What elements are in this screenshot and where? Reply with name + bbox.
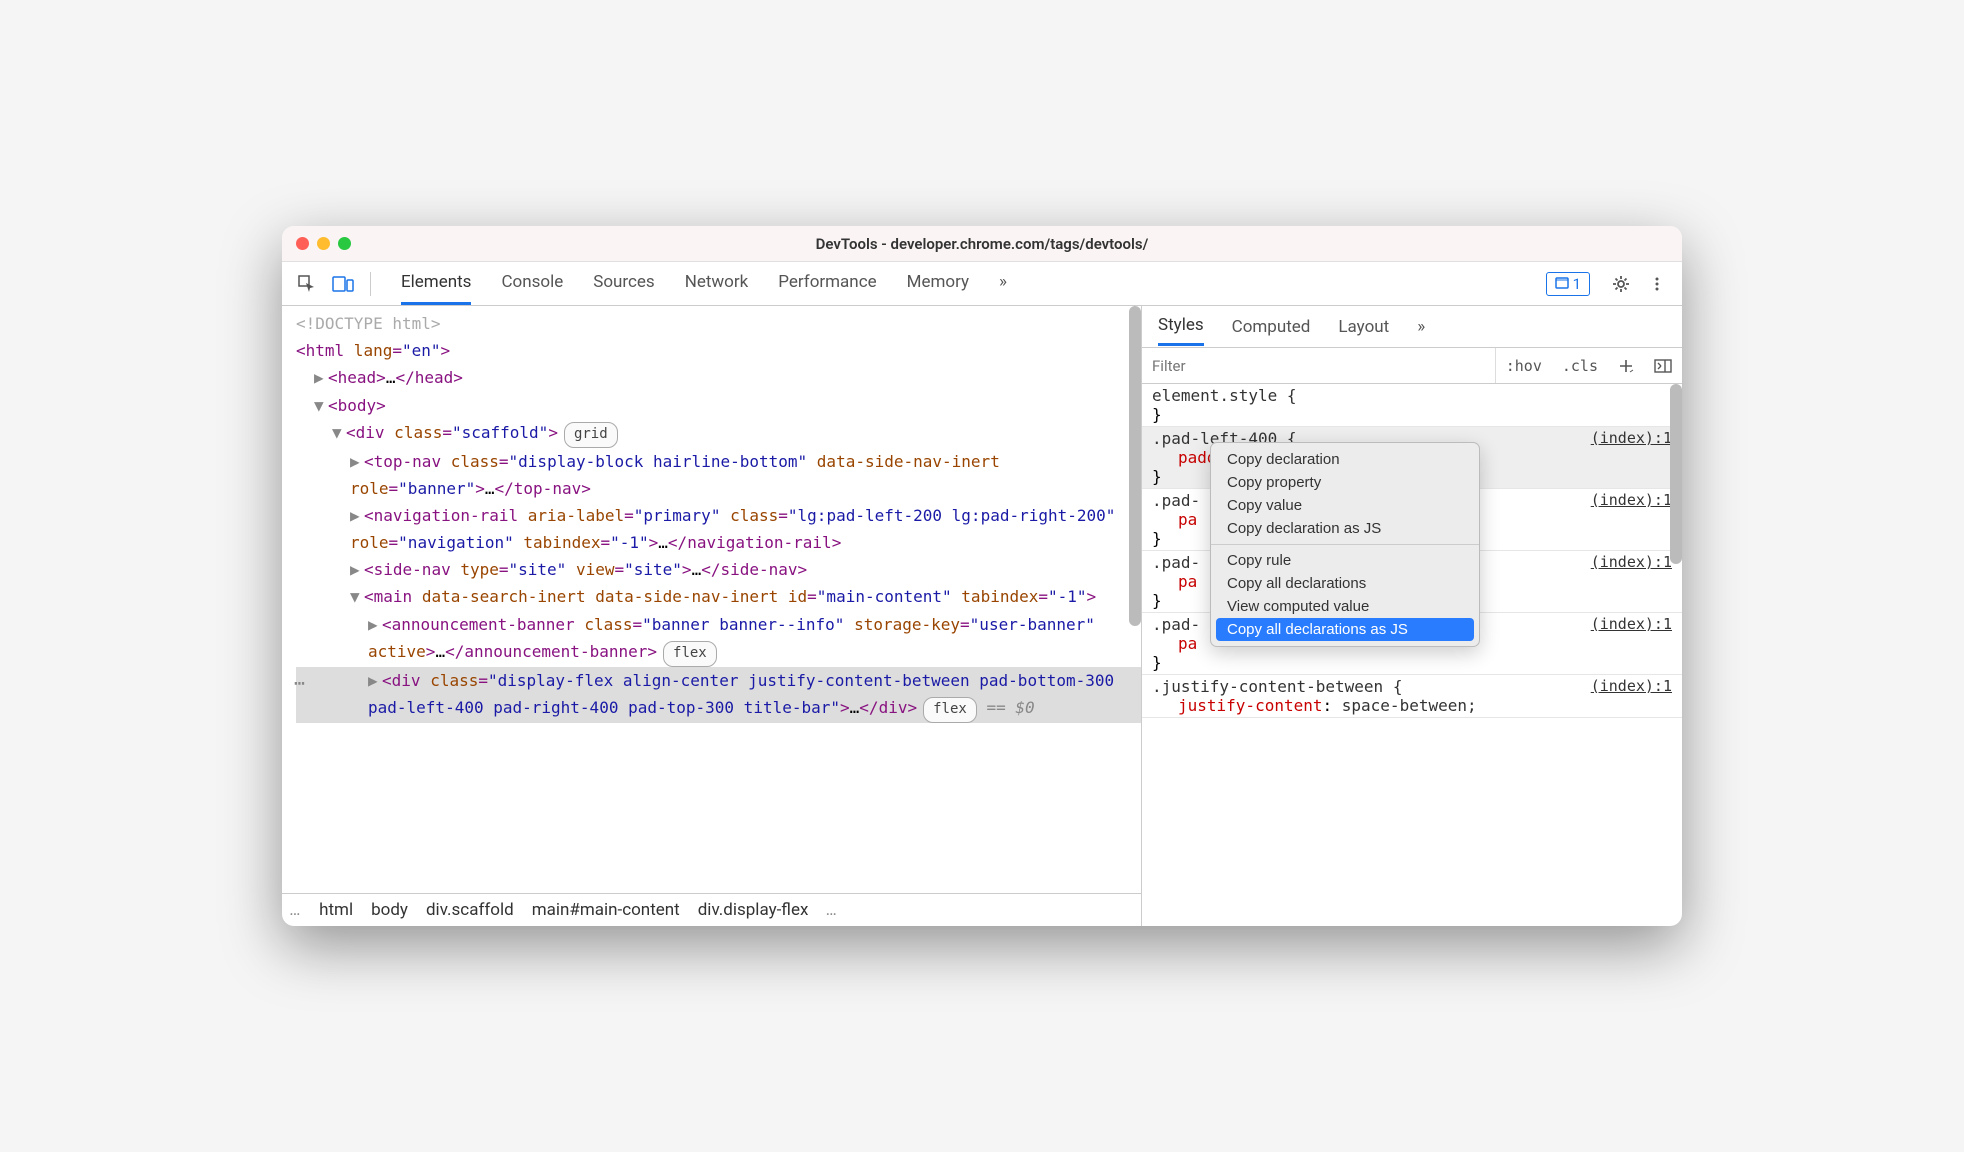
dom-doctype[interactable]: <!DOCTYPE html> xyxy=(296,310,1141,337)
hov-toggle[interactable]: :hov xyxy=(1496,357,1552,375)
dom-scaffold[interactable]: ▼<div class="scaffold">grid xyxy=(296,419,1141,448)
dom-selected[interactable]: ⋯▶<div class="display-flex align-center … xyxy=(296,667,1141,723)
menu-copy-value[interactable]: Copy value xyxy=(1211,494,1479,517)
cls-toggle[interactable]: .cls xyxy=(1552,357,1608,375)
tab-computed[interactable]: Computed xyxy=(1232,309,1311,345)
styles-tabs: Styles Computed Layout » xyxy=(1142,306,1682,348)
tab-console[interactable]: Console xyxy=(501,262,563,305)
tab-network[interactable]: Network xyxy=(685,262,749,305)
kebab-icon[interactable] xyxy=(1642,269,1672,299)
filter-row: :hov .cls xyxy=(1142,348,1682,384)
crumb-selected[interactable]: div.display-flex xyxy=(698,900,809,920)
menu-view-computed[interactable]: View computed value xyxy=(1211,595,1479,618)
crumb-body[interactable]: body xyxy=(371,900,408,920)
crumb-main[interactable]: main#main-content xyxy=(532,900,680,920)
grid-pill[interactable]: grid xyxy=(564,422,618,448)
scrollbar[interactable] xyxy=(1129,306,1141,626)
breadcrumb[interactable]: … html body div.scaffold main#main-conte… xyxy=(282,893,1141,926)
dom-head[interactable]: ▶<head>…</head> xyxy=(296,364,1141,391)
rule-source[interactable]: (index):1 xyxy=(1591,677,1672,695)
menu-copy-declaration[interactable]: Copy declaration xyxy=(1211,448,1479,471)
context-menu: Copy declaration Copy property Copy valu… xyxy=(1210,442,1480,647)
menu-copy-property[interactable]: Copy property xyxy=(1211,471,1479,494)
main-toolbar: Elements Console Sources Network Perform… xyxy=(282,262,1682,306)
close-icon[interactable] xyxy=(296,237,309,250)
dom-html[interactable]: <html lang="en"> xyxy=(296,337,1141,364)
dom-tree[interactable]: <!DOCTYPE html> <html lang="en"> ▶<head>… xyxy=(282,306,1141,893)
dom-announcement[interactable]: ▶<announcement-banner class="banner bann… xyxy=(296,611,1141,667)
menu-separator xyxy=(1211,544,1479,545)
dom-body[interactable]: ▼<body> xyxy=(296,392,1141,419)
tab-performance[interactable]: Performance xyxy=(778,262,876,305)
traffic-lights xyxy=(296,237,351,250)
issues-badge[interactable]: 1 xyxy=(1546,272,1590,296)
device-toggle-icon[interactable] xyxy=(328,269,358,299)
styles-rules[interactable]: element.style { } (index):1 .pad-left-40… xyxy=(1142,384,1682,926)
tab-layout[interactable]: Layout xyxy=(1338,309,1389,345)
content-area: <!DOCTYPE html> <html lang="en"> ▶<head>… xyxy=(282,306,1682,926)
maximize-icon[interactable] xyxy=(338,237,351,250)
menu-copy-declaration-as-js[interactable]: Copy declaration as JS xyxy=(1211,517,1479,540)
styles-panel: Styles Computed Layout » :hov .cls xyxy=(1142,306,1682,926)
crumb-html[interactable]: html xyxy=(319,900,353,920)
dom-navrail[interactable]: ▶<navigation-rail aria-label="primary" c… xyxy=(296,502,1141,556)
flex-pill[interactable]: flex xyxy=(663,641,717,667)
flex-pill[interactable]: flex xyxy=(923,697,977,723)
devtools-window: DevTools - developer.chrome.com/tags/dev… xyxy=(282,226,1682,926)
dom-sidenav[interactable]: ▶<side-nav type="site" view="site">…</si… xyxy=(296,556,1141,583)
rule-element-style[interactable]: element.style { } xyxy=(1142,384,1682,427)
tab-overflow[interactable]: » xyxy=(999,262,1007,305)
elements-panel: <!DOCTYPE html> <html lang="en"> ▶<head>… xyxy=(282,306,1142,926)
dom-main[interactable]: ▼<main data-search-inert data-side-nav-i… xyxy=(296,583,1141,610)
menu-copy-all-declarations[interactable]: Copy all declarations xyxy=(1211,572,1479,595)
menu-copy-rule[interactable]: Copy rule xyxy=(1211,549,1479,572)
tab-styles[interactable]: Styles xyxy=(1158,307,1204,346)
sidebar-toggle-icon[interactable] xyxy=(1644,359,1682,373)
menu-copy-all-as-js[interactable]: Copy all declarations as JS xyxy=(1216,618,1474,641)
add-rule-icon[interactable] xyxy=(1608,358,1644,374)
settings-icon[interactable] xyxy=(1606,269,1636,299)
titlebar: DevTools - developer.chrome.com/tags/dev… xyxy=(282,226,1682,262)
inspect-icon[interactable] xyxy=(292,269,322,299)
tab-memory[interactable]: Memory xyxy=(907,262,969,305)
scrollbar[interactable] xyxy=(1670,384,1682,564)
rule-source[interactable]: (index):1 xyxy=(1591,491,1672,509)
tab-sources[interactable]: Sources xyxy=(593,262,654,305)
minimize-icon[interactable] xyxy=(317,237,330,250)
rule-source[interactable]: (index):1 xyxy=(1591,553,1672,571)
crumb-scaffold[interactable]: div.scaffold xyxy=(426,900,514,920)
window-title: DevTools - developer.chrome.com/tags/dev… xyxy=(282,235,1682,253)
rule-justify[interactable]: (index):1 .justify-content-between { jus… xyxy=(1142,675,1682,718)
rule-source[interactable]: (index):1 xyxy=(1591,429,1672,447)
filter-input[interactable] xyxy=(1142,348,1496,383)
panel-tabs: Elements Console Sources Network Perform… xyxy=(401,262,1007,305)
tab-elements[interactable]: Elements xyxy=(401,262,471,305)
tab-overflow[interactable]: » xyxy=(1417,309,1425,345)
divider xyxy=(370,272,371,296)
dom-topnav[interactable]: ▶<top-nav class="display-block hairline-… xyxy=(296,448,1141,502)
issues-count: 1 xyxy=(1573,275,1581,293)
rule-source[interactable]: (index):1 xyxy=(1591,615,1672,633)
